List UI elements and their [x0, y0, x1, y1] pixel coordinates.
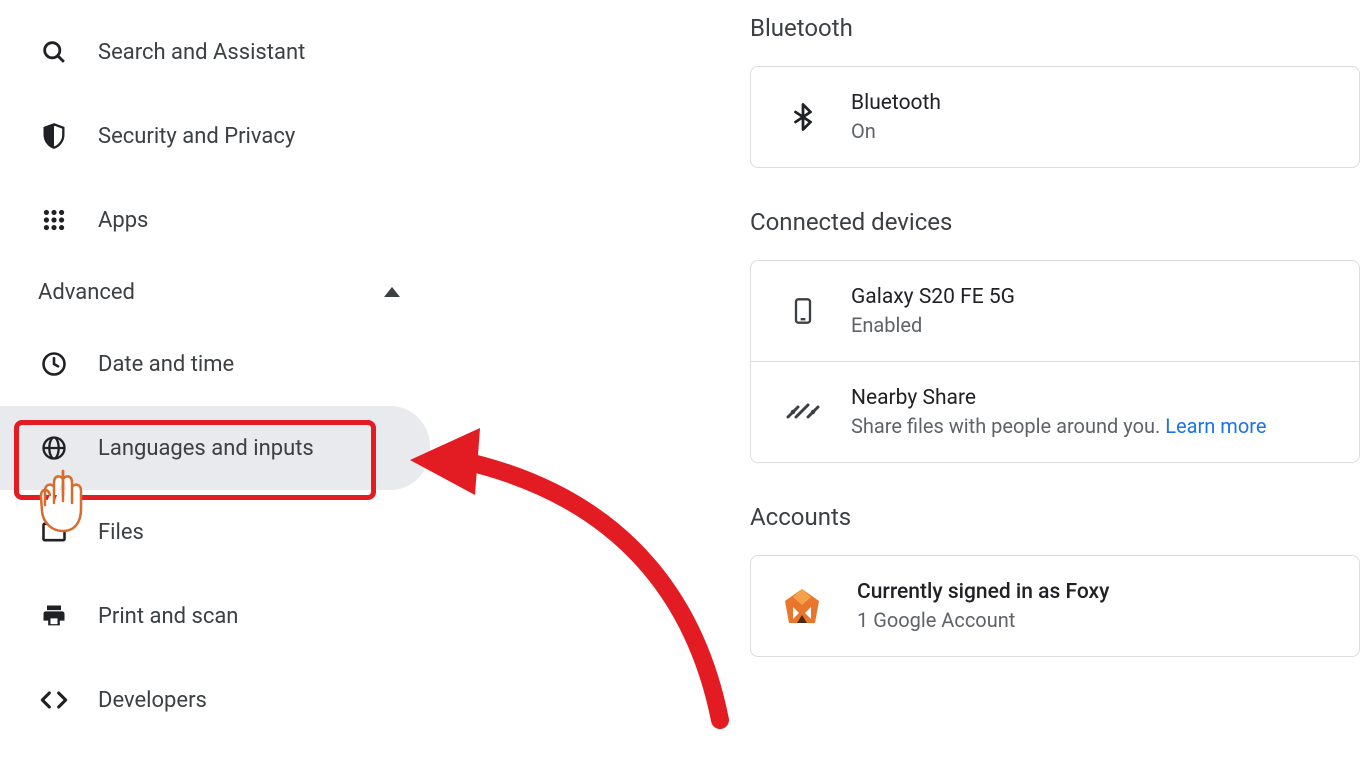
device-name: Galaxy S20 FE 5G — [851, 285, 1015, 309]
folder-icon — [38, 516, 70, 548]
learn-more-link[interactable]: Learn more — [1165, 414, 1266, 438]
apps-grid-icon — [38, 204, 70, 236]
sidebar-item-search-assistant[interactable]: Search and Assistant — [0, 10, 460, 94]
search-icon — [38, 36, 70, 68]
connected-devices-card: Galaxy S20 FE 5G Enabled Nearby Share Sh… — [750, 260, 1360, 463]
sidebar-section-advanced[interactable]: Advanced — [0, 262, 460, 322]
account-signed-in-title: Currently signed in as Foxy — [857, 580, 1109, 604]
printer-icon — [38, 600, 70, 632]
sidebar-item-label: Print and scan — [98, 604, 238, 629]
section-label: Advanced — [38, 280, 135, 305]
bluetooth-icon — [781, 95, 825, 139]
sidebar-item-files[interactable]: Files — [0, 490, 460, 574]
sidebar-item-date-time[interactable]: Date and time — [0, 322, 460, 406]
smartphone-icon — [781, 289, 825, 333]
sidebar-item-label: Files — [98, 520, 144, 545]
sidebar-item-label: Languages and inputs — [98, 436, 314, 461]
sidebar-item-label: Search and Assistant — [98, 40, 305, 65]
shield-icon — [38, 120, 70, 152]
sidebar-item-developers[interactable]: Developers — [0, 658, 460, 742]
section-title-bluetooth: Bluetooth — [750, 14, 1360, 42]
bluetooth-status: On — [851, 119, 941, 143]
device-status: Enabled — [851, 313, 1015, 337]
account-avatar-icon — [781, 585, 823, 627]
globe-icon — [38, 432, 70, 464]
nearby-share-row[interactable]: Nearby Share Share files with people aro… — [751, 361, 1359, 462]
section-title-connected-devices: Connected devices — [750, 208, 1360, 236]
settings-sidebar: Search and Assistant Security and Privac… — [0, 0, 460, 742]
sidebar-item-label: Security and Privacy — [98, 124, 295, 149]
account-row[interactable]: Currently signed in as Foxy 1 Google Acc… — [751, 556, 1359, 656]
sidebar-item-label: Apps — [98, 208, 148, 233]
bluetooth-card: Bluetooth On — [750, 66, 1360, 168]
account-count: 1 Google Account — [857, 608, 1109, 632]
sidebar-item-print-scan[interactable]: Print and scan — [0, 574, 460, 658]
clock-icon — [38, 348, 70, 380]
sidebar-item-label: Date and time — [98, 352, 234, 377]
nearby-share-desc: Share files with people around you. Lear… — [851, 414, 1266, 438]
sidebar-item-security-privacy[interactable]: Security and Privacy — [0, 94, 460, 178]
sidebar-item-languages-inputs[interactable]: Languages and inputs — [0, 406, 430, 490]
section-title-accounts: Accounts — [750, 503, 1360, 531]
code-icon — [38, 684, 70, 716]
nearby-share-title: Nearby Share — [851, 386, 1266, 410]
chevron-up-icon — [384, 287, 400, 297]
sidebar-item-label: Developers — [98, 688, 207, 713]
sidebar-item-apps[interactable]: Apps — [0, 178, 460, 262]
nearby-share-icon — [781, 390, 825, 434]
connected-device-row[interactable]: Galaxy S20 FE 5G Enabled — [751, 261, 1359, 361]
accounts-card: Currently signed in as Foxy 1 Google Acc… — [750, 555, 1360, 657]
bluetooth-title: Bluetooth — [851, 91, 941, 115]
settings-main-content: Bluetooth Bluetooth On Connected devices… — [750, 0, 1360, 657]
bluetooth-row[interactable]: Bluetooth On — [751, 67, 1359, 167]
